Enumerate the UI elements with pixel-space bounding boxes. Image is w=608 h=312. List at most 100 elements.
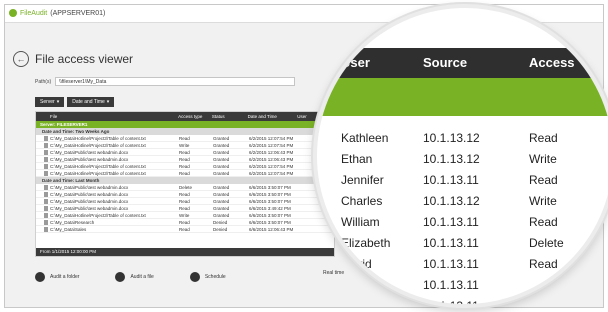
cell-date-time: 6/6/2015 3:50:07 PM (249, 213, 291, 218)
cell-access-type: Delete (179, 185, 193, 190)
lens-header: User Source Access (317, 48, 608, 78)
chevron-down-icon: ▾ (106, 99, 110, 105)
table-row[interactable]: C:\My_Data\Sales Read Denied 6/6/2015 12:06… (36, 226, 334, 233)
lens-cell-user: Jennifer (341, 173, 384, 187)
file-path: C:\My_Data\Public\test webadmin.docx (50, 156, 129, 162)
cell-access-type: Read (179, 150, 190, 155)
server-name: (APPSERVER01) (50, 9, 106, 17)
lens-row: David 10.1.13.11 Read (317, 254, 608, 275)
page-title: File access viewer (35, 52, 134, 66)
cell-date-time: 6/6/2015 3:50:07 PM (249, 192, 291, 197)
file-icon (44, 226, 48, 232)
cell-date-time: 6/6/2015 3:50:07 PM (249, 185, 291, 190)
cell-status: Granted (213, 150, 230, 155)
file-path: C:\My_Data\Hotline\Project3\Table of con… (50, 163, 146, 169)
cell-file: C:\My_Data\Public\test webadmin.docx (36, 149, 179, 155)
cell-access-type: Read (179, 227, 190, 232)
lens-row: Charles 10.1.13.12 Write (317, 191, 608, 212)
cell-status: Granted (213, 157, 230, 162)
page-header: ← File access viewer (13, 51, 133, 67)
file-icon (44, 149, 48, 155)
cell-access-type: Read (179, 192, 190, 197)
column-header-date-time[interactable]: Date and Time (248, 112, 298, 121)
filter-chip-label: Date and Time (72, 99, 105, 105)
cell-file: C:\My_Data\Public\test webadmin.docx (36, 156, 179, 162)
lens-row: Ethan 10.1.13.12 Write (317, 149, 608, 170)
lens-rows: Kathleen 10.1.13.12 Read Ethan 10.1.13.12 Wri… (317, 128, 608, 304)
lens-row: Elizabeth 10.1.13.11 Delete (317, 233, 608, 254)
path-label: Path(s) (35, 78, 52, 85)
table-row[interactable]: C:\My_Data\Public\test webadmin.docx Read… (36, 205, 334, 212)
group-header-date[interactable]: Date and Time: Last Month (36, 177, 334, 184)
table-row[interactable]: C:\My_Data\Public\test webadmin.docx Read… (36, 156, 334, 163)
audit-folder-button[interactable]: Audit a folder (35, 271, 79, 282)
lens-cell-access: Read (529, 257, 558, 271)
table-row[interactable]: C:\My_Data\Hotline\Project3\Table of con… (36, 163, 334, 170)
path-input[interactable]: \\fileserver1\My_Data (55, 77, 296, 86)
cell-status: Denied (213, 227, 228, 232)
table-row[interactable]: C:\My_Data\Hotline\Project3\Table of con… (36, 170, 334, 177)
access-grid: File Access type Status Date and Time Us… (35, 111, 335, 257)
filter-chip-date-time[interactable]: Date and Time ▾ (67, 97, 115, 107)
table-row[interactable]: C:\My_Data\Hotline\Project3\Table of con… (36, 135, 334, 142)
chevron-down-icon: ▾ (56, 99, 60, 105)
cell-file: C:\My_Data\Public\test webadmin.docx (36, 191, 179, 197)
lens-column-access: Access (529, 55, 575, 70)
cell-status: Granted (213, 136, 230, 141)
file-path: C:\My_Data\Public\test webadmin.docx (50, 205, 129, 211)
cell-date-time: 6/6/2015 3:50:07 PM (249, 220, 291, 225)
folder-icon (35, 271, 45, 282)
group-header-date[interactable]: Date and Time: Two Weeks Ago (36, 128, 334, 135)
lens-cell-source: 10.1.13.11 (423, 215, 479, 229)
file-path: C:\My_Data\Public\test webadmin.docx (50, 149, 129, 155)
audit-file-button[interactable]: Audit a file (115, 271, 154, 282)
column-header-file[interactable]: File (36, 112, 178, 121)
cell-access-type: Read (179, 220, 190, 225)
cell-status: Granted (213, 213, 230, 218)
cell-status: Granted (213, 192, 230, 197)
cell-date-time: 6/2/2015 12:07:54 PM (249, 143, 294, 148)
cell-status: Granted (213, 164, 230, 169)
table-row[interactable]: C:\My_Data\Public\test webadmin.docx Read… (36, 149, 334, 156)
table-row[interactable]: C:\My_Data\Hotline\Project3\Table of con… (36, 142, 334, 149)
file-icon (44, 156, 48, 162)
column-header-status[interactable]: Status (212, 112, 248, 121)
file-path: C:\My_Data\Sales (50, 226, 87, 232)
cell-access-type: Read (179, 157, 190, 162)
group-header-server[interactable]: Server: FILESERVER1 (36, 121, 334, 128)
lens-cell-user: Kathleen (341, 131, 389, 145)
cell-status: Granted (213, 199, 230, 204)
file-icon (44, 212, 48, 218)
path-row: Path(s) \\fileserver1\My_Data (35, 77, 296, 86)
back-arrow-icon[interactable]: ← (13, 51, 29, 67)
app-name: FileAudit (20, 9, 48, 17)
schedule-button[interactable]: Schedule (189, 271, 226, 282)
grid-header: File Access type Status Date and Time Us… (36, 112, 334, 121)
file-icon (44, 135, 48, 141)
file-icon (44, 163, 48, 169)
file-icon (44, 184, 48, 190)
clock-icon (189, 271, 200, 282)
table-row[interactable]: C:\My_Data\Public\test webadmin.docx Read… (36, 191, 334, 198)
table-row[interactable]: C:\My_Data\Research Read Denied 6/6/2015 3:… (36, 219, 334, 226)
cell-access-type: Read (179, 206, 190, 211)
column-header-access-type[interactable]: Access type (178, 112, 212, 121)
lens-cell-access: Write (529, 152, 557, 166)
cell-access-type: Write (179, 213, 190, 218)
cell-file: C:\My_Data\Hotline\Project3\Table of con… (36, 163, 179, 169)
lens-cell-access: Read (529, 131, 558, 145)
cell-date-time: 6/6/2015 3:50:07 PM (249, 199, 291, 204)
cell-file: C:\My_Data\Hotline\Project3\Table of con… (36, 135, 179, 141)
table-row[interactable]: C:\My_Data\Public\test webadmin.docx Dele… (36, 184, 334, 191)
file-icon (44, 219, 48, 225)
filter-chip-label: Server (40, 99, 55, 105)
table-row[interactable]: C:\My_Data\Public\test webadmin.docx Read… (36, 198, 334, 205)
lens-group-bar (317, 78, 608, 116)
lens-row: 10.1.13.11 (317, 275, 608, 296)
audit-file-label: Audit a file (130, 273, 154, 280)
filter-chip-server[interactable]: Server ▾ (35, 97, 65, 107)
cell-date-time: 6/6/2015 3:49:42 PM (249, 206, 291, 211)
cell-date-time: 6/2/2015 12:07:54 PM (249, 136, 294, 141)
table-row[interactable]: C:\My_Data\Hotline\Project3\Table of con… (36, 212, 334, 219)
lens-cell-source: 10.1.13.12 (423, 152, 480, 166)
